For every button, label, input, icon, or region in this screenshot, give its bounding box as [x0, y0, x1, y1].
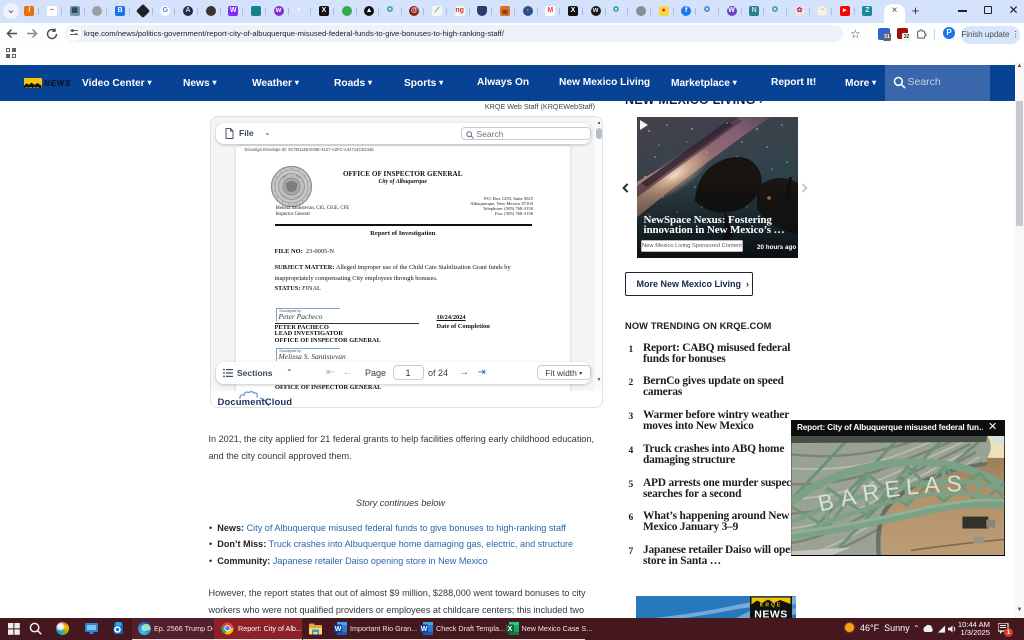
svg-text:E: E — [883, 475, 901, 503]
svg-text:NEWS: NEWS — [754, 609, 788, 619]
svg-text:X: X — [507, 626, 512, 633]
svg-text:W: W — [421, 626, 428, 633]
svg-text:KRQE: KRQE — [26, 85, 40, 87]
svg-text:W: W — [335, 626, 342, 633]
svg-text:A: A — [924, 471, 941, 498]
svg-text:S: S — [947, 470, 962, 496]
svg-text:L: L — [905, 472, 920, 499]
